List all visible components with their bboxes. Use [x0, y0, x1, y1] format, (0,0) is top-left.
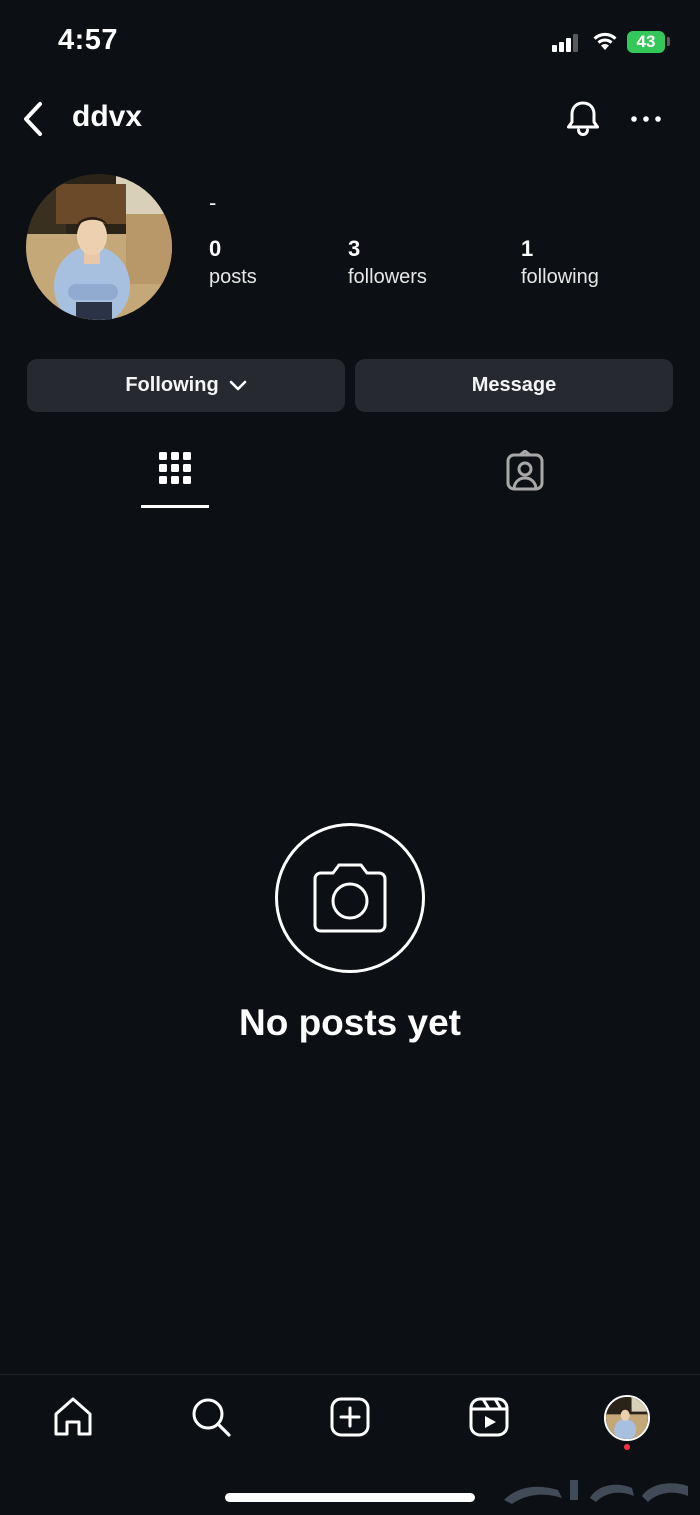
profile-bio: -: [209, 190, 217, 215]
tagged-person-icon[interactable]: [500, 450, 550, 496]
search-icon[interactable]: [189, 1395, 233, 1439]
tab-posts-grid[interactable]: [141, 446, 209, 508]
message-button[interactable]: Message: [355, 359, 673, 412]
posts-label: posts: [209, 266, 257, 288]
header-username: ddvx: [72, 100, 143, 133]
create-plus-icon[interactable]: [328, 1395, 372, 1439]
following-count: 1: [521, 236, 534, 261]
followers-label: followers: [348, 266, 427, 288]
wifi-icon: [593, 32, 617, 50]
chevron-down-icon: [229, 380, 246, 390]
home-indicator[interactable]: [225, 1493, 475, 1502]
battery-icon: 43: [627, 31, 665, 53]
profile-avatar[interactable]: [604, 1395, 650, 1441]
stat-followers[interactable]: 3 followers: [348, 236, 427, 289]
followers-count: 3: [348, 236, 361, 261]
empty-state-title: No posts yet: [238, 1002, 462, 1043]
battery-level: 43: [636, 32, 656, 51]
watermark-logo: [504, 1480, 688, 1504]
grid-icon: [159, 452, 191, 484]
active-tab-indicator: [141, 505, 209, 508]
signal-icon: [552, 34, 580, 52]
status-time: 4:57: [58, 24, 119, 56]
reels-icon[interactable]: [467, 1395, 511, 1439]
camera-icon: [313, 863, 387, 933]
bell-icon[interactable]: [563, 98, 603, 138]
following-button-label: Following: [125, 374, 219, 396]
home-icon[interactable]: [51, 1395, 95, 1439]
following-button[interactable]: Following: [27, 359, 345, 412]
more-horizontal-icon[interactable]: [628, 104, 664, 134]
profile-avatar[interactable]: [26, 174, 172, 320]
following-label: following: [521, 266, 599, 288]
notification-dot: [624, 1444, 630, 1450]
battery-cap: [667, 37, 670, 46]
stat-following[interactable]: 1 following: [521, 236, 599, 289]
posts-count: 0: [209, 236, 222, 261]
back-chevron-icon[interactable]: [20, 100, 46, 138]
profile-screen: 4:57 43 ddvx - 0 posts 3 followers 1 fol…: [0, 0, 700, 1515]
empty-state-circle: [275, 823, 425, 973]
message-button-label: Message: [471, 374, 557, 396]
stat-posts: 0 posts: [209, 236, 257, 289]
